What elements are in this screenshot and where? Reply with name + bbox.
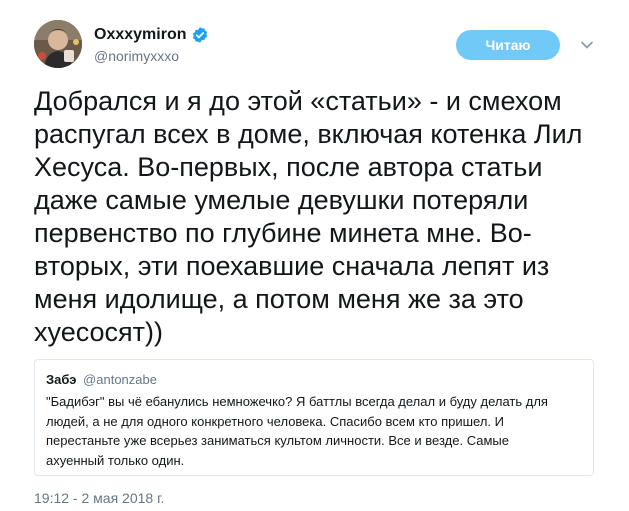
tweet-timestamp[interactable]: 19:12 - 2 мая 2018 г. [34,490,164,506]
quoted-tweet-text: "Бадибэг" вы чё ебанулись немножечко? Я … [46,392,548,470]
chevron-down-icon[interactable] [578,36,596,54]
verified-badge-icon [193,27,208,43]
tweet-text-line: вторых, эти поехавшие сначала лепят из [34,251,550,281]
tweet-card: Oxxxymiron @norimyxxxo Читаю Добрался и … [0,0,629,511]
tweet-text-line: Добрался и я до этой «статьи» - и смехом [34,86,562,116]
tweet-text-line: хуесосят)) [34,317,164,347]
quoted-tweet[interactable]: Забэ @antonzabe "Бадибэг" вы чё ебанулис… [34,359,594,476]
avatar[interactable] [34,20,82,68]
quoted-author-handle: @antonzabe [83,372,157,387]
avatar-image [34,20,82,68]
tweet-text: Добрался и я до этой «статьи» - и смехом… [34,85,604,349]
quoted-tweet-header: Забэ @antonzabe [46,372,157,387]
quoted-text-line: перестаньте уже всерьез заниматься культ… [46,433,509,448]
tweet-text-line: даже самые умелые девушки потеряли [34,185,529,215]
follow-button[interactable]: Читаю [456,30,560,60]
quoted-text-line: ахуенный только один. [46,452,185,468]
quoted-author-name: Забэ [46,372,77,387]
quoted-text-line: "Бадибэг" вы чё ебанулись немножечко? Я … [46,394,548,409]
tweet-text-line: первенство по глубине минета мне. Во- [34,218,532,248]
author-handle[interactable]: @norimyxxxo [94,48,179,64]
tweet-text-line: распугал всех в доме, включая котенка Ли… [34,119,583,149]
tweet-text-line: Хесуса. Во-первых, после автора статьи [34,152,543,182]
quoted-text-line: людей, а не для одного конкретного челов… [46,413,504,429]
author-display-name[interactable]: Oxxxymiron [94,26,209,44]
author-name-text: Oxxxymiron [94,26,187,43]
tweet-text-line: меня идолище, а потом меня же за это [34,284,524,314]
